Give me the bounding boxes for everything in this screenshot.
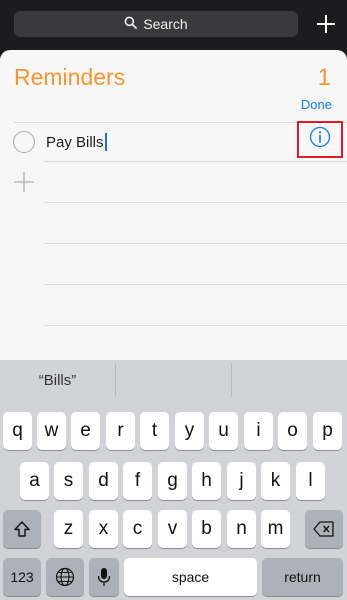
key-i[interactable]: i: [244, 412, 273, 450]
key-f[interactable]: f: [123, 462, 152, 500]
key-m[interactable]: m: [261, 510, 290, 548]
divider: [44, 243, 347, 244]
key-e[interactable]: e: [71, 412, 100, 450]
reminder-item-text[interactable]: Pay Bills: [46, 133, 107, 151]
divider: [44, 284, 347, 285]
key-g[interactable]: g: [158, 462, 187, 500]
plus-icon: [312, 15, 340, 42]
reminder-count: 1: [317, 64, 331, 91]
divider: [44, 161, 347, 162]
text-cursor: [104, 133, 107, 151]
reminder-item-label: Pay Bills: [46, 134, 104, 151]
suggestion-bar: “Bills”: [0, 360, 347, 400]
key-s[interactable]: s: [54, 462, 83, 500]
space-key[interactable]: space: [124, 558, 257, 596]
microphone-icon: [97, 567, 111, 587]
shift-key[interactable]: [3, 510, 41, 548]
key-j[interactable]: j: [227, 462, 256, 500]
suggestion-1[interactable]: “Bills”: [0, 372, 115, 389]
plus-icon: [13, 172, 35, 197]
add-list-button[interactable]: [312, 10, 340, 38]
shift-icon: [13, 520, 31, 538]
divider: [44, 202, 347, 203]
key-w[interactable]: w: [37, 412, 66, 450]
dictation-key[interactable]: [89, 558, 119, 596]
delete-key[interactable]: [305, 510, 343, 548]
key-l[interactable]: l: [296, 462, 325, 500]
key-u[interactable]: u: [209, 412, 238, 450]
search-field[interactable]: Search: [14, 11, 298, 37]
info-icon: [309, 126, 331, 153]
top-bar: Search: [0, 0, 347, 50]
search-icon: [124, 16, 138, 32]
divider: [44, 325, 347, 326]
search-label: Search: [143, 16, 188, 32]
key-q[interactable]: q: [3, 412, 32, 450]
reminders-list-card: Reminders 1 Done Pay Bills: [0, 50, 347, 370]
key-b[interactable]: b: [192, 510, 221, 548]
done-button[interactable]: Done: [301, 97, 332, 112]
key-t[interactable]: t: [140, 412, 169, 450]
key-h[interactable]: h: [192, 462, 221, 500]
complete-checkbox[interactable]: [13, 131, 35, 153]
suggestion-divider: [115, 363, 116, 397]
key-d[interactable]: d: [89, 462, 118, 500]
key-n[interactable]: n: [227, 510, 256, 548]
return-key[interactable]: return: [262, 558, 343, 596]
key-a[interactable]: a: [20, 462, 49, 500]
list-title: Reminders: [14, 64, 126, 90]
info-button[interactable]: [297, 121, 343, 158]
globe-icon: [55, 567, 75, 587]
key-v[interactable]: v: [158, 510, 187, 548]
suggestion-divider: [231, 363, 232, 397]
key-k[interactable]: k: [261, 462, 290, 500]
globe-key[interactable]: [46, 558, 84, 596]
key-x[interactable]: x: [89, 510, 118, 548]
keyboard: “Bills” q w e r t y u i o p a s d f g h …: [0, 360, 347, 600]
key-y[interactable]: y: [175, 412, 204, 450]
key-r[interactable]: r: [106, 412, 135, 450]
backspace-icon: [313, 521, 335, 537]
add-reminder-button[interactable]: [13, 171, 35, 193]
numbers-key[interactable]: 123: [3, 558, 41, 596]
key-z[interactable]: z: [54, 510, 83, 548]
key-o[interactable]: o: [278, 412, 307, 450]
key-c[interactable]: c: [123, 510, 152, 548]
key-p[interactable]: p: [313, 412, 342, 450]
